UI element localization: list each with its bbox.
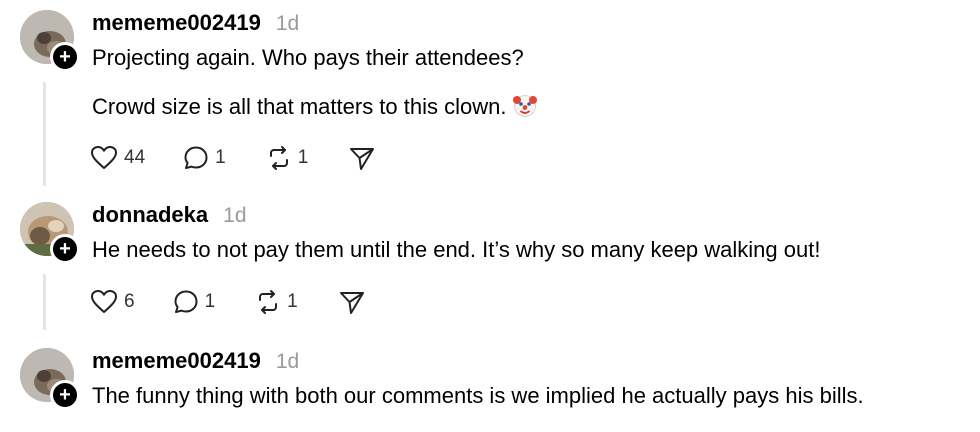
share-button[interactable] — [348, 145, 376, 171]
reply-button[interactable]: 1 — [183, 145, 226, 171]
comment-text-line-2: Crowd size is all that matters to this c… — [92, 94, 507, 119]
like-button[interactable]: 6 — [90, 289, 135, 315]
repost-button[interactable]: 1 — [255, 289, 298, 315]
username[interactable]: mememe002419 — [92, 10, 261, 36]
comment-text-line-1: He needs to not pay them until the end. … — [92, 237, 821, 262]
reply-count: 1 — [215, 147, 226, 168]
follow-button[interactable]: + — [50, 42, 80, 72]
thread-line — [43, 82, 46, 186]
comment-header: mememe002419 1d — [92, 10, 299, 44]
repost-icon — [266, 145, 292, 171]
comment-bubble-icon — [173, 289, 199, 315]
comment-text-line-1: Projecting again. Who pays their attende… — [92, 45, 524, 70]
timestamp: 1d — [223, 204, 247, 227]
comment-header: donnadeka 1d — [92, 202, 247, 236]
username[interactable]: mememe002419 — [92, 348, 261, 374]
comment-actions: 6 1 1 — [90, 288, 366, 316]
reply-button[interactable]: 1 — [173, 289, 216, 315]
repost-count: 1 — [297, 147, 309, 168]
follow-button[interactable]: + — [50, 380, 80, 410]
reply-count: 1 — [204, 291, 216, 312]
follow-button[interactable]: + — [50, 234, 80, 264]
comment-3: + mememe002419 1d The funny thing with b… — [0, 348, 980, 428]
avatar-wrap: + — [20, 10, 80, 72]
heart-icon — [90, 145, 118, 171]
timestamp: 1d — [275, 12, 300, 35]
thread-line — [43, 274, 46, 330]
comment-header: mememe002419 1d — [92, 348, 299, 382]
comment-text-line-1: The funny thing with both our comments i… — [92, 383, 864, 408]
like-button[interactable]: 44 — [90, 145, 145, 171]
repost-button[interactable]: 1 — [266, 145, 309, 171]
heart-icon — [90, 289, 118, 315]
plus-icon: + — [59, 46, 71, 68]
comment-text-line-2-wrap: Crowd size is all that matters to this c… — [92, 92, 538, 124]
comment-bubble-icon — [183, 145, 209, 171]
timestamp: 1d — [275, 350, 300, 373]
clown-face-icon — [512, 92, 538, 124]
plus-icon: + — [59, 384, 71, 406]
plus-icon: + — [59, 238, 71, 260]
repost-icon — [255, 289, 281, 315]
avatar-wrap: + — [20, 348, 80, 410]
send-icon — [338, 289, 366, 315]
comment-actions: 44 1 1 — [90, 144, 376, 172]
repost-count: 1 — [287, 291, 298, 312]
share-button[interactable] — [338, 289, 366, 315]
send-icon — [348, 145, 376, 171]
avatar-wrap: + — [20, 202, 80, 264]
comment-1: + mememe002419 1d Projecting again. Who … — [0, 10, 980, 190]
like-count: 6 — [124, 291, 135, 312]
username[interactable]: donnadeka — [92, 202, 208, 228]
comment-2: + donnadeka 1d He needs to not pay them … — [0, 202, 980, 338]
like-count: 44 — [124, 147, 146, 168]
